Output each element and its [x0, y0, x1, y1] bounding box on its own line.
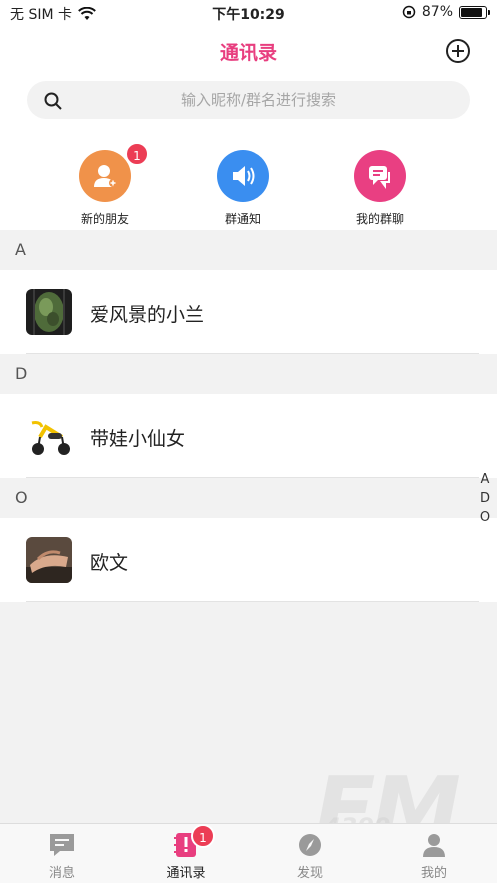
- search-icon: [44, 92, 62, 110]
- search-input[interactable]: [67, 81, 450, 119]
- quick-new-friends-label: 新的朋友: [80, 212, 129, 226]
- add-friend-icon: 1: [79, 142, 149, 202]
- status-bar: 无 SIM 卡 下午10:29 87%: [0, 0, 497, 26]
- row-divider: [26, 601, 479, 602]
- group-chat-icon: [354, 150, 406, 202]
- tab-discover-label: 发现: [296, 866, 323, 881]
- tab-contacts-label: 通讯录: [166, 866, 206, 881]
- quick-my-groups-label: 我的群聊: [355, 212, 404, 226]
- new-friends-badge: 1: [125, 142, 149, 166]
- speaker-icon: [217, 150, 269, 202]
- rotation-lock-icon: [402, 5, 416, 19]
- tab-discover[interactable]: 发现: [260, 830, 360, 881]
- tab-profile[interactable]: 我的: [384, 830, 484, 881]
- contacts-tab-badge: 1: [191, 824, 215, 848]
- quick-new-friends[interactable]: 1 新的朋友: [60, 142, 150, 227]
- contact-row[interactable]: 带娃小仙女: [0, 394, 497, 478]
- avatar: [26, 413, 72, 459]
- message-icon: [47, 830, 77, 860]
- battery-percent: 87%: [421, 4, 453, 20]
- contact-name: 欧文: [90, 552, 129, 574]
- avatar: [26, 537, 72, 583]
- search-box[interactable]: [27, 81, 470, 119]
- section-header-o: O: [0, 478, 497, 518]
- avatar: [26, 289, 72, 335]
- section-header-a: A: [0, 230, 497, 270]
- add-icon[interactable]: [445, 38, 471, 64]
- quick-actions: 1 新的朋友 群通知 我的群聊: [0, 134, 497, 230]
- quick-group-notice[interactable]: 群通知: [198, 150, 288, 227]
- tab-profile-label: 我的: [420, 866, 447, 881]
- contact-name: 爱风景的小兰: [90, 304, 205, 326]
- nav-bar: 通讯录: [0, 26, 497, 78]
- alphabet-index[interactable]: A D O: [478, 470, 492, 527]
- tab-messages[interactable]: 消息: [12, 830, 112, 881]
- index-letter-o[interactable]: O: [478, 508, 492, 527]
- page-title: 通讯录: [219, 42, 277, 64]
- tab-contacts[interactable]: 1 通讯录: [136, 824, 236, 881]
- quick-my-groups[interactable]: 我的群聊: [335, 150, 425, 227]
- quick-group-notice-label: 群通知: [224, 212, 261, 226]
- index-letter-d[interactable]: D: [478, 489, 492, 508]
- contact-row[interactable]: 欧文: [0, 518, 497, 602]
- discover-icon: [295, 830, 325, 860]
- contact-name: 带娃小仙女: [90, 428, 186, 450]
- section-header-d: D: [0, 354, 497, 394]
- tab-bar: 消息 1 通讯录 发现 我的: [0, 823, 497, 883]
- contact-row[interactable]: 爱风景的小兰: [0, 270, 497, 354]
- search-area: [0, 78, 497, 134]
- profile-icon: [419, 830, 449, 860]
- battery-icon: [459, 5, 490, 19]
- index-letter-a[interactable]: A: [478, 470, 492, 489]
- tab-messages-label: 消息: [48, 866, 75, 881]
- contacts-icon: 1: [171, 824, 215, 860]
